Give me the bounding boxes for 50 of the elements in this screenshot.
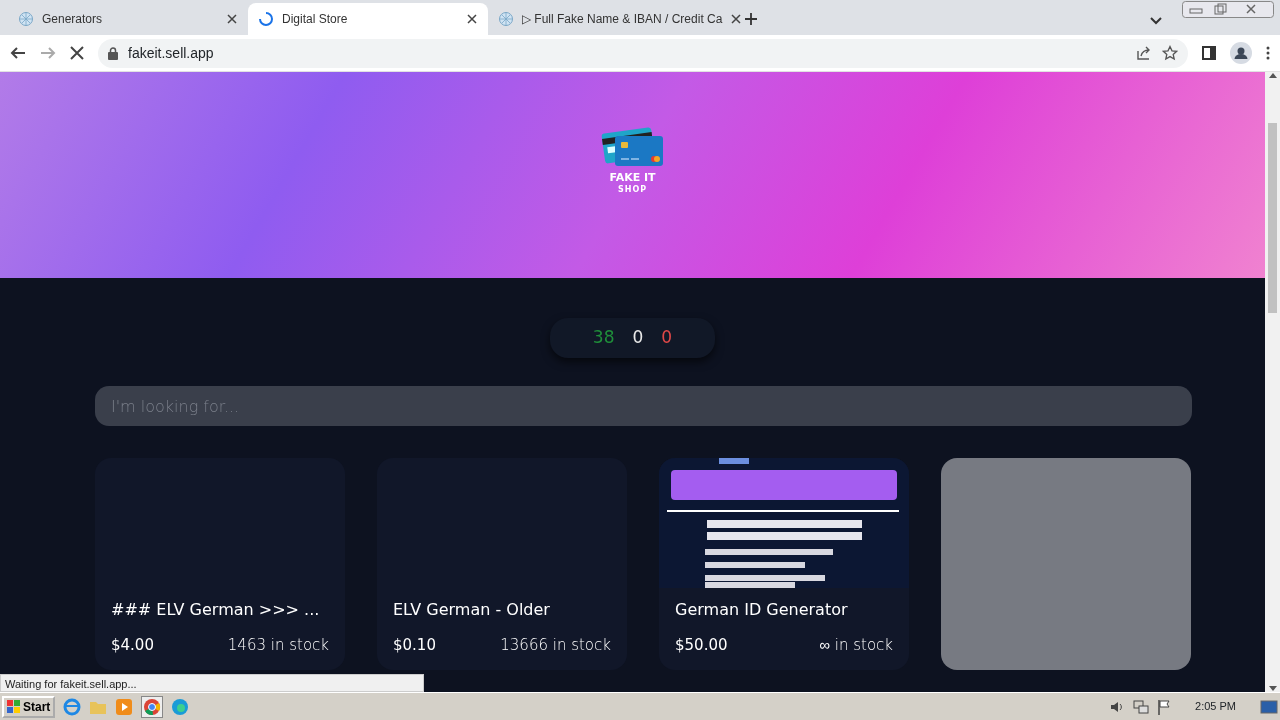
product-card[interactable]: German ID Generator $50.00 ∞ in stock [659,458,909,670]
status-bubble: Waiting for fakeit.sell.app... [0,674,424,692]
flag-icon[interactable] [1157,698,1172,715]
chrome-icon[interactable] [141,695,164,718]
logo-title: FAKE IT [609,172,656,185]
address-bar[interactable]: fakeit.sell.app [98,38,1188,68]
chevron-down-icon[interactable] [1150,17,1162,25]
product-name: ELV German - Older [392,599,551,621]
url-text: fakeit.sell.app [128,43,214,63]
back-arrow-icon[interactable] [10,45,26,61]
counter-value: 38 [592,326,615,350]
star-icon[interactable] [1162,45,1178,61]
credit-cards-icon [600,124,665,168]
side-panel-icon[interactable] [1202,46,1216,60]
product-card[interactable]: ### ELV German >>> ... $4.00 1463 in stock [95,458,345,670]
product-name: German ID Generator [674,599,849,621]
counter-value: 0 [632,326,644,350]
menu-icon[interactable] [1266,46,1270,60]
product-price: $0.10 [393,635,436,656]
product-price: $50.00 [675,635,728,656]
window-controls-drawing[interactable] [1182,1,1274,19]
share-icon[interactable] [1136,45,1152,61]
product-card[interactable]: ELV German - Older $0.10 13666 in stock [377,458,627,670]
product-name: ### ELV German >>> ... [110,599,321,621]
network-icon[interactable] [1133,698,1150,715]
browser-tab[interactable]: ▷ Full Fake Name & IBAN / Credit Ca [488,3,728,35]
scrollbar-thumb[interactable] [1268,123,1277,313]
close-icon[interactable] [730,13,743,25]
browser-tab[interactable]: Generators [8,3,248,35]
profile-avatar-icon[interactable] [1230,42,1252,64]
close-icon[interactable] [466,13,478,25]
loading-spinner-icon [258,11,274,27]
counter-value: 0 [661,326,673,350]
stock-count: 13666 in stock [500,635,611,656]
product-price: $4.00 [111,635,154,656]
start-button[interactable]: Start [2,695,56,718]
globe-icon [498,11,514,27]
scrollbar[interactable] [1265,72,1280,692]
show-desktop-icon[interactable] [1260,698,1278,715]
globe-icon [18,11,34,27]
browser-tab[interactable]: Digital Store [248,3,488,35]
windows-logo-icon [7,699,21,714]
new-tab-icon[interactable] [744,12,758,26]
clock-time: 2:05 PM [1195,699,1236,715]
stock-count: 1463 in stock [227,635,329,656]
lock-icon [108,46,118,60]
close-icon[interactable] [226,13,238,25]
logo-subtitle: SHOP [617,184,648,197]
stock-count: ∞ in stock [819,635,893,656]
stop-icon[interactable] [70,46,84,60]
